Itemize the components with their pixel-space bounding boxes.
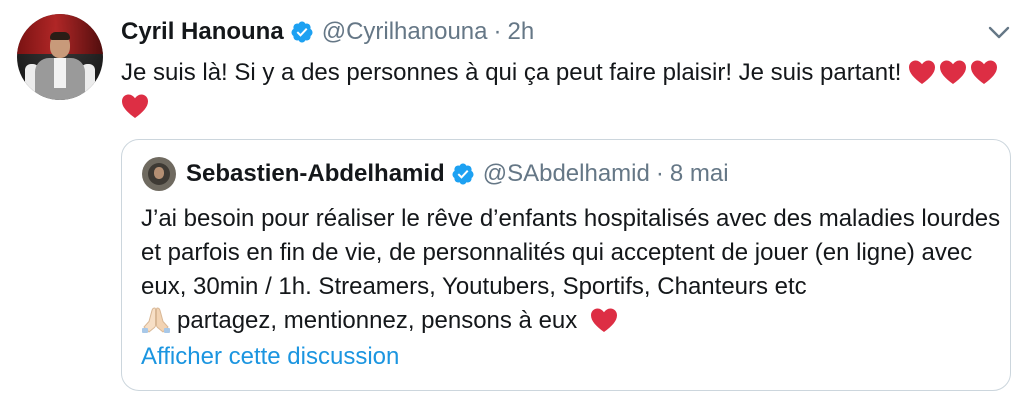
verified-badge-icon [452,163,474,185]
folded-hands-emoji-icon [142,307,170,333]
quoted-author-handle[interactable]: @SAbdelhamid [483,160,650,188]
heart-emoji-icon [940,60,967,84]
tweet-text: Je suis là! Si y a des personnes à qui ç… [121,56,1011,124]
quoted-author-name[interactable]: Sebastien-Abdelhamid [186,160,445,188]
tweet-timestamp[interactable]: 2h [508,18,535,46]
heart-emoji-icon [122,94,148,118]
quoted-tweet-timestamp[interactable]: 8 mai [670,160,729,188]
chevron-down-icon[interactable] [984,20,1014,44]
tweet-text-body: Je suis là! Si y a des personnes à qui ç… [121,59,902,86]
quoted-tweet-card[interactable]: Sebastien-Abdelhamid @SAbdelhamid · 8 ma… [121,139,1011,391]
quoted-tweet-text-end: partagez, mentionnez, pensons à eux [177,307,578,334]
heart-emoji-icon [971,60,998,84]
author-handle[interactable]: @Cyrilhanouna [322,18,488,46]
tweet-header: Cyril Hanouna @Cyrilhanouna · 2h [121,15,534,49]
author-name[interactable]: Cyril Hanouna [121,18,284,46]
quoted-tweet-header: Sebastien-Abdelhamid @SAbdelhamid · 8 ma… [186,157,729,191]
separator-dot: · [655,160,664,187]
quoted-tweet-text: J’ai besoin pour réaliser le rêve d’enfa… [141,202,1001,338]
verified-badge-icon [291,21,313,43]
heart-emoji-icon [909,60,936,84]
heart-emoji-icon [590,308,617,332]
author-avatar[interactable] [17,14,103,100]
quoted-author-avatar[interactable] [142,157,176,191]
tweet-card: Cyril Hanouna @Cyrilhanouna · 2h Je suis… [0,0,1024,414]
quoted-tweet-text-body: J’ai besoin pour réaliser le rêve d’enfa… [141,205,1001,300]
separator-dot: · [493,18,502,45]
show-thread-link[interactable]: Afficher cette discussion [141,343,399,371]
